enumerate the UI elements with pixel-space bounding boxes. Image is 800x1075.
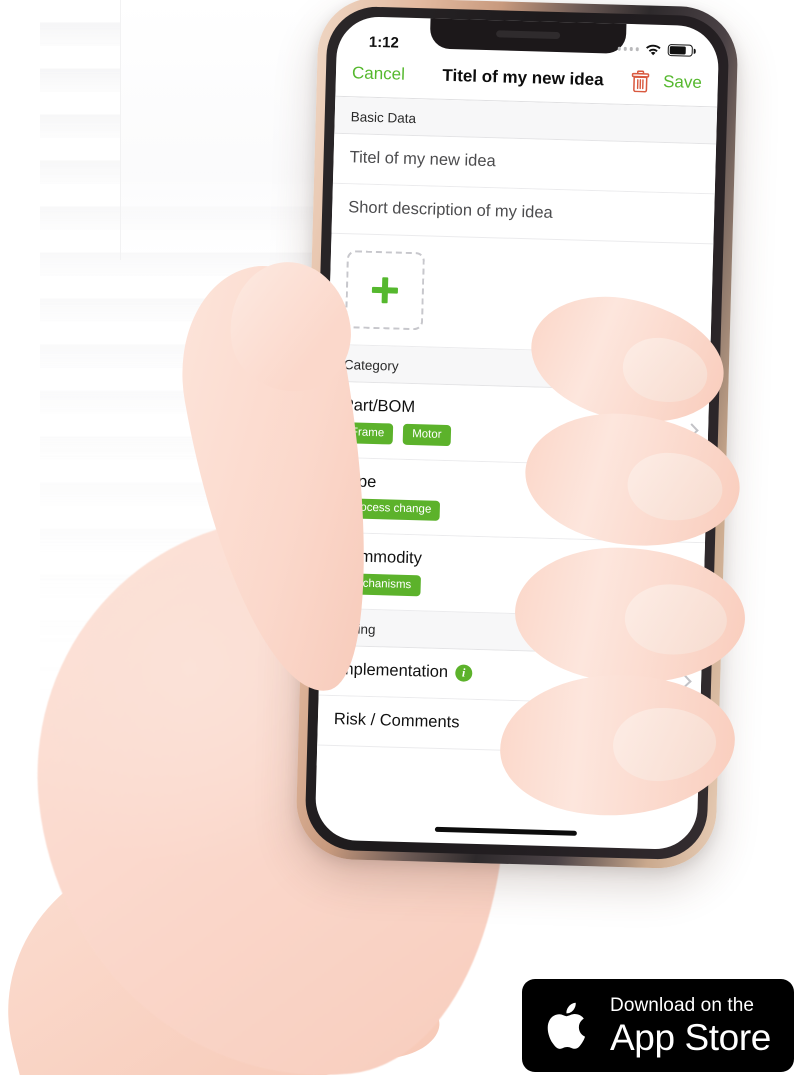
category-row-part-bom[interactable]: Part/BOM Frame Motor [325,381,710,468]
chip-group-commodity: Mechanisms [337,573,687,603]
risk-comments-label: Risk / Comments [333,709,460,732]
category-row-commodity[interactable]: Commodity Mechanisms [321,532,705,620]
app-store-line1: Download on the [610,994,755,1016]
category-label-commodity: Commodity [338,547,423,568]
info-icon[interactable]: i [454,664,473,682]
battery-icon [667,44,693,57]
idea-title-input[interactable]: Titel of my new idea [349,148,699,177]
iphone-device: 1:12 Cancel Titel of my new idea Save Ba… [295,0,739,870]
implementation-label: Implementation [335,659,449,682]
app-store-line2: App Store [610,1016,771,1058]
wifi-icon [646,44,661,55]
risk-comments-row[interactable]: Risk / Comments [317,695,701,757]
category-label-type: Type [340,471,377,491]
phone-screen: 1:12 Cancel Titel of my new idea Save Ba… [314,15,720,851]
save-button[interactable]: Save [663,72,702,93]
idea-description-row[interactable]: Short description of my idea [331,183,715,245]
chip[interactable]: Mechanisms [337,573,421,597]
status-bar-indicators [617,42,693,57]
plus-icon [372,277,399,304]
category-row-type[interactable]: Type Process change [323,457,708,544]
page-title: Titel of my new idea [442,65,604,90]
status-bar-time: 1:12 [368,33,400,52]
nav-right-actions: Save [631,70,702,94]
app-store-badge[interactable]: Download on the App Store [522,979,794,1072]
trash-icon[interactable] [631,70,651,93]
cancel-button[interactable]: Cancel [352,63,405,84]
add-photo-button[interactable] [344,250,426,331]
promo-screenshot: 1:12 Cancel Titel of my new idea Save Ba… [0,0,800,1075]
chip-group-type: Process change [339,497,690,528]
idea-description-input[interactable]: Short description of my idea [348,198,698,227]
chip[interactable]: Motor [402,423,451,446]
home-indicator[interactable] [434,826,577,836]
category-label-part-bom: Part/BOM [342,396,416,417]
photo-attachment-row [328,233,714,356]
form-content[interactable]: Basic Data Titel of my new idea Short de… [316,96,718,777]
chip-group-part-bom: Frame Motor [341,422,692,452]
signal-dots-icon [617,46,639,51]
app-store-text: Download on the App Store [610,996,771,1056]
chip[interactable]: Frame [341,422,394,445]
apple-logo-icon [547,1002,586,1049]
chip[interactable]: Process change [339,497,441,522]
